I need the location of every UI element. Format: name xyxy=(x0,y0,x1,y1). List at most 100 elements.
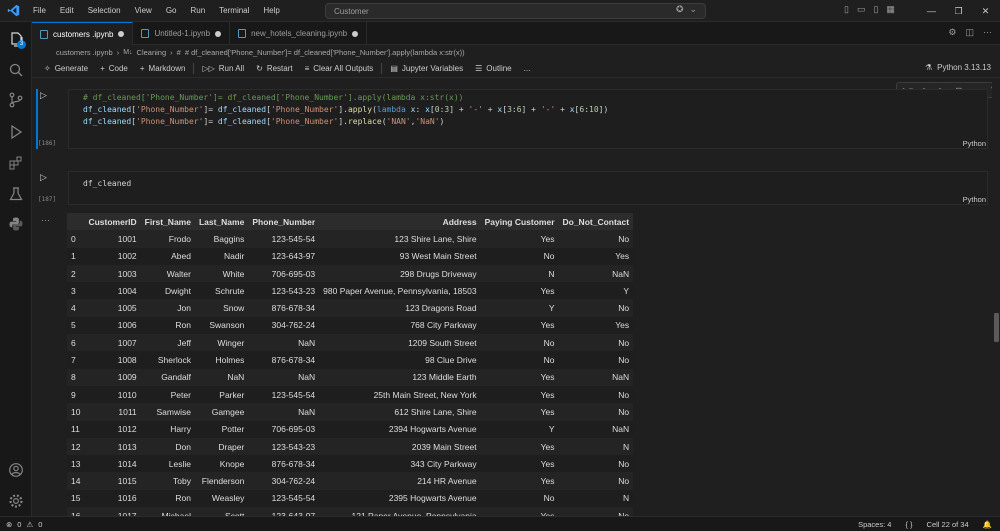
copilot-icon[interactable]: ✪ xyxy=(676,4,684,15)
menu-bar: File Edit Selection View Go Run Terminal… xyxy=(26,0,287,22)
source-control-icon[interactable] xyxy=(0,86,32,114)
run-cell-button[interactable]: ▷ xyxy=(40,172,47,183)
table-cell: 1011 xyxy=(84,403,141,421)
split-editor-icon[interactable]: ◫ xyxy=(965,27,974,38)
unsaved-dot-icon[interactable] xyxy=(352,30,359,37)
customize-layout-icon[interactable]: ▦ xyxy=(886,4,895,15)
restart-label: Restart xyxy=(266,64,293,73)
add-code-button[interactable]: + Code xyxy=(94,64,134,73)
table-cell: 1209 South Street xyxy=(319,334,481,352)
table-cell: 1007 xyxy=(84,334,141,352)
run-debug-icon[interactable] xyxy=(0,118,32,146)
unsaved-dot-icon[interactable] xyxy=(118,31,125,37)
breadcrumb-cell[interactable]: # df_cleaned['Phone_Number']= df_cleaned… xyxy=(185,48,465,57)
clear-outputs-button[interactable]: ≡ Clear All Outputs xyxy=(299,64,380,73)
settings-gear-icon[interactable] xyxy=(0,487,32,515)
menu-run[interactable]: Run xyxy=(183,0,212,22)
breadcrumb-section[interactable]: Cleaning xyxy=(137,48,167,57)
cell-position-status[interactable]: Cell 22 of 34 xyxy=(927,520,969,529)
kernel-icon: ⚗ xyxy=(925,63,933,72)
code-cell-editor[interactable]: df_cleaned xyxy=(68,171,988,205)
menu-go[interactable]: Go xyxy=(159,0,184,22)
row-index-cell: 1 xyxy=(67,247,85,265)
notifications-bell-icon[interactable]: 🔔 xyxy=(983,520,992,529)
title-bar: File Edit Selection View Go Run Terminal… xyxy=(0,0,1000,22)
unsaved-dot-icon[interactable] xyxy=(215,30,222,37)
table-row: 5 1006 Ron Swanson 304-762-24 768 City Parkwa… xyxy=(67,316,634,335)
cell-language-label[interactable]: Python xyxy=(963,139,986,148)
table-cell: 1009 xyxy=(84,368,141,386)
tab-customers[interactable]: customers .ipynb xyxy=(32,22,134,45)
menu-edit[interactable]: Edit xyxy=(53,0,81,22)
menu-help[interactable]: Help xyxy=(256,0,286,22)
table-cell: No xyxy=(558,472,634,490)
table-cell: 304-762-24 xyxy=(248,316,320,335)
table-cell: 123-643-97 xyxy=(248,247,320,265)
tab-new-hotels-cleaning[interactable]: new_hotels_cleaning.ipynb xyxy=(230,22,368,45)
row-index-cell: 7 xyxy=(67,351,85,369)
restart-button[interactable]: ↻ Restart xyxy=(250,64,299,73)
tab-untitled-1[interactable]: Untitled-1.ipynb xyxy=(133,22,231,45)
more-actions-icon[interactable]: ··· xyxy=(983,27,992,38)
toggle-panel-icon[interactable]: ▭ xyxy=(857,4,866,15)
language-mode-status[interactable]: { } xyxy=(905,520,912,529)
delete-cell-icon[interactable]: 🗑 xyxy=(990,86,992,95)
menu-terminal[interactable]: Terminal xyxy=(212,0,256,22)
more-toolbar-button[interactable]: ... xyxy=(518,64,537,73)
generate-button[interactable]: ✧ Generate xyxy=(38,64,94,73)
window-controls: — ❐ ✕ xyxy=(918,0,999,22)
menu-file[interactable]: File xyxy=(26,0,53,22)
table-cell: Yes xyxy=(480,368,559,386)
command-center-search[interactable]: Customer xyxy=(325,3,706,19)
vscode-logo-icon xyxy=(0,0,26,22)
chevron-down-icon[interactable]: ⌄ xyxy=(690,4,698,15)
add-markdown-button[interactable]: + Markdown xyxy=(134,64,192,73)
dataframe-output-table: CustomerID First_Name Last_Name Phone_Numbe… xyxy=(67,213,634,516)
run-cell-button[interactable]: ▷ xyxy=(40,90,47,101)
testing-icon[interactable] xyxy=(0,180,32,208)
table-cell: Yes xyxy=(480,282,559,300)
row-index-cell: 2 xyxy=(67,264,85,283)
breadcrumb-file[interactable]: customers .ipynb xyxy=(56,48,113,57)
table-cell: No xyxy=(480,351,559,369)
table-cell: Potter xyxy=(194,420,249,438)
run-all-button[interactable]: ▷▷ Run All xyxy=(196,64,250,73)
problems-indicator[interactable]: ⊗ 0 ⚠ 0 xyxy=(6,520,42,529)
search-icon[interactable] xyxy=(0,56,32,84)
code-cell-editor[interactable]: # df_cleaned['Phone_Number']= df_cleaned… xyxy=(68,89,988,149)
vertical-scrollbar[interactable] xyxy=(994,313,999,342)
gear-icon[interactable]: ⚙ xyxy=(948,27,956,38)
menu-view[interactable]: View xyxy=(128,0,159,22)
table-cell: Yes xyxy=(558,316,634,335)
indentation-status[interactable]: Spaces: 4 xyxy=(858,520,891,529)
python-icon[interactable] xyxy=(0,210,32,238)
table-cell: 2395 Hogwarts Avenue xyxy=(319,489,481,508)
toggle-secondary-sidebar-icon[interactable]: ▯ xyxy=(873,4,878,15)
table-cell: Sherlock xyxy=(140,351,195,369)
jupyter-variables-button[interactable]: ▤ Jupyter Variables xyxy=(384,64,469,73)
cell-language-label[interactable]: Python xyxy=(963,195,986,204)
status-right-items: Spaces: 4 { } Cell 22 of 34 🔔 xyxy=(858,520,992,529)
table-cell: NaN xyxy=(558,368,634,386)
table-cell: Baggins xyxy=(194,230,249,248)
table-cell: No xyxy=(558,230,634,248)
account-icon[interactable] xyxy=(0,456,32,484)
explorer-icon[interactable]: 3 xyxy=(0,26,32,54)
toggle-sidebar-icon[interactable]: ▯ xyxy=(844,4,849,15)
minimize-icon[interactable]: — xyxy=(918,0,945,22)
hash-icon: # xyxy=(176,48,181,57)
editor-tab-bar: customers .ipynb Untitled-1.ipynb new_ho… xyxy=(32,22,1000,45)
menu-selection[interactable]: Selection xyxy=(81,0,128,22)
close-icon[interactable]: ✕ xyxy=(972,0,999,22)
output-actions-icon[interactable]: ··· xyxy=(41,215,50,225)
kernel-picker[interactable]: ⚗ Python 3.13.13 xyxy=(925,63,991,72)
chevron-right-icon: › xyxy=(116,48,120,57)
table-cell: Abed xyxy=(140,247,195,265)
restore-icon[interactable]: ❐ xyxy=(945,0,972,22)
table-cell: Flenderson xyxy=(194,472,249,490)
extensions-icon[interactable] xyxy=(0,149,32,177)
table-cell: Toby xyxy=(140,472,195,490)
status-bar: ⊗ 0 ⚠ 0 Spaces: 4 { } Cell 22 of 34 🔔 xyxy=(0,516,1000,531)
table-cell: 2394 Hogwarts Avenue xyxy=(319,420,481,438)
outline-button[interactable]: ☰ Outline xyxy=(469,64,518,73)
